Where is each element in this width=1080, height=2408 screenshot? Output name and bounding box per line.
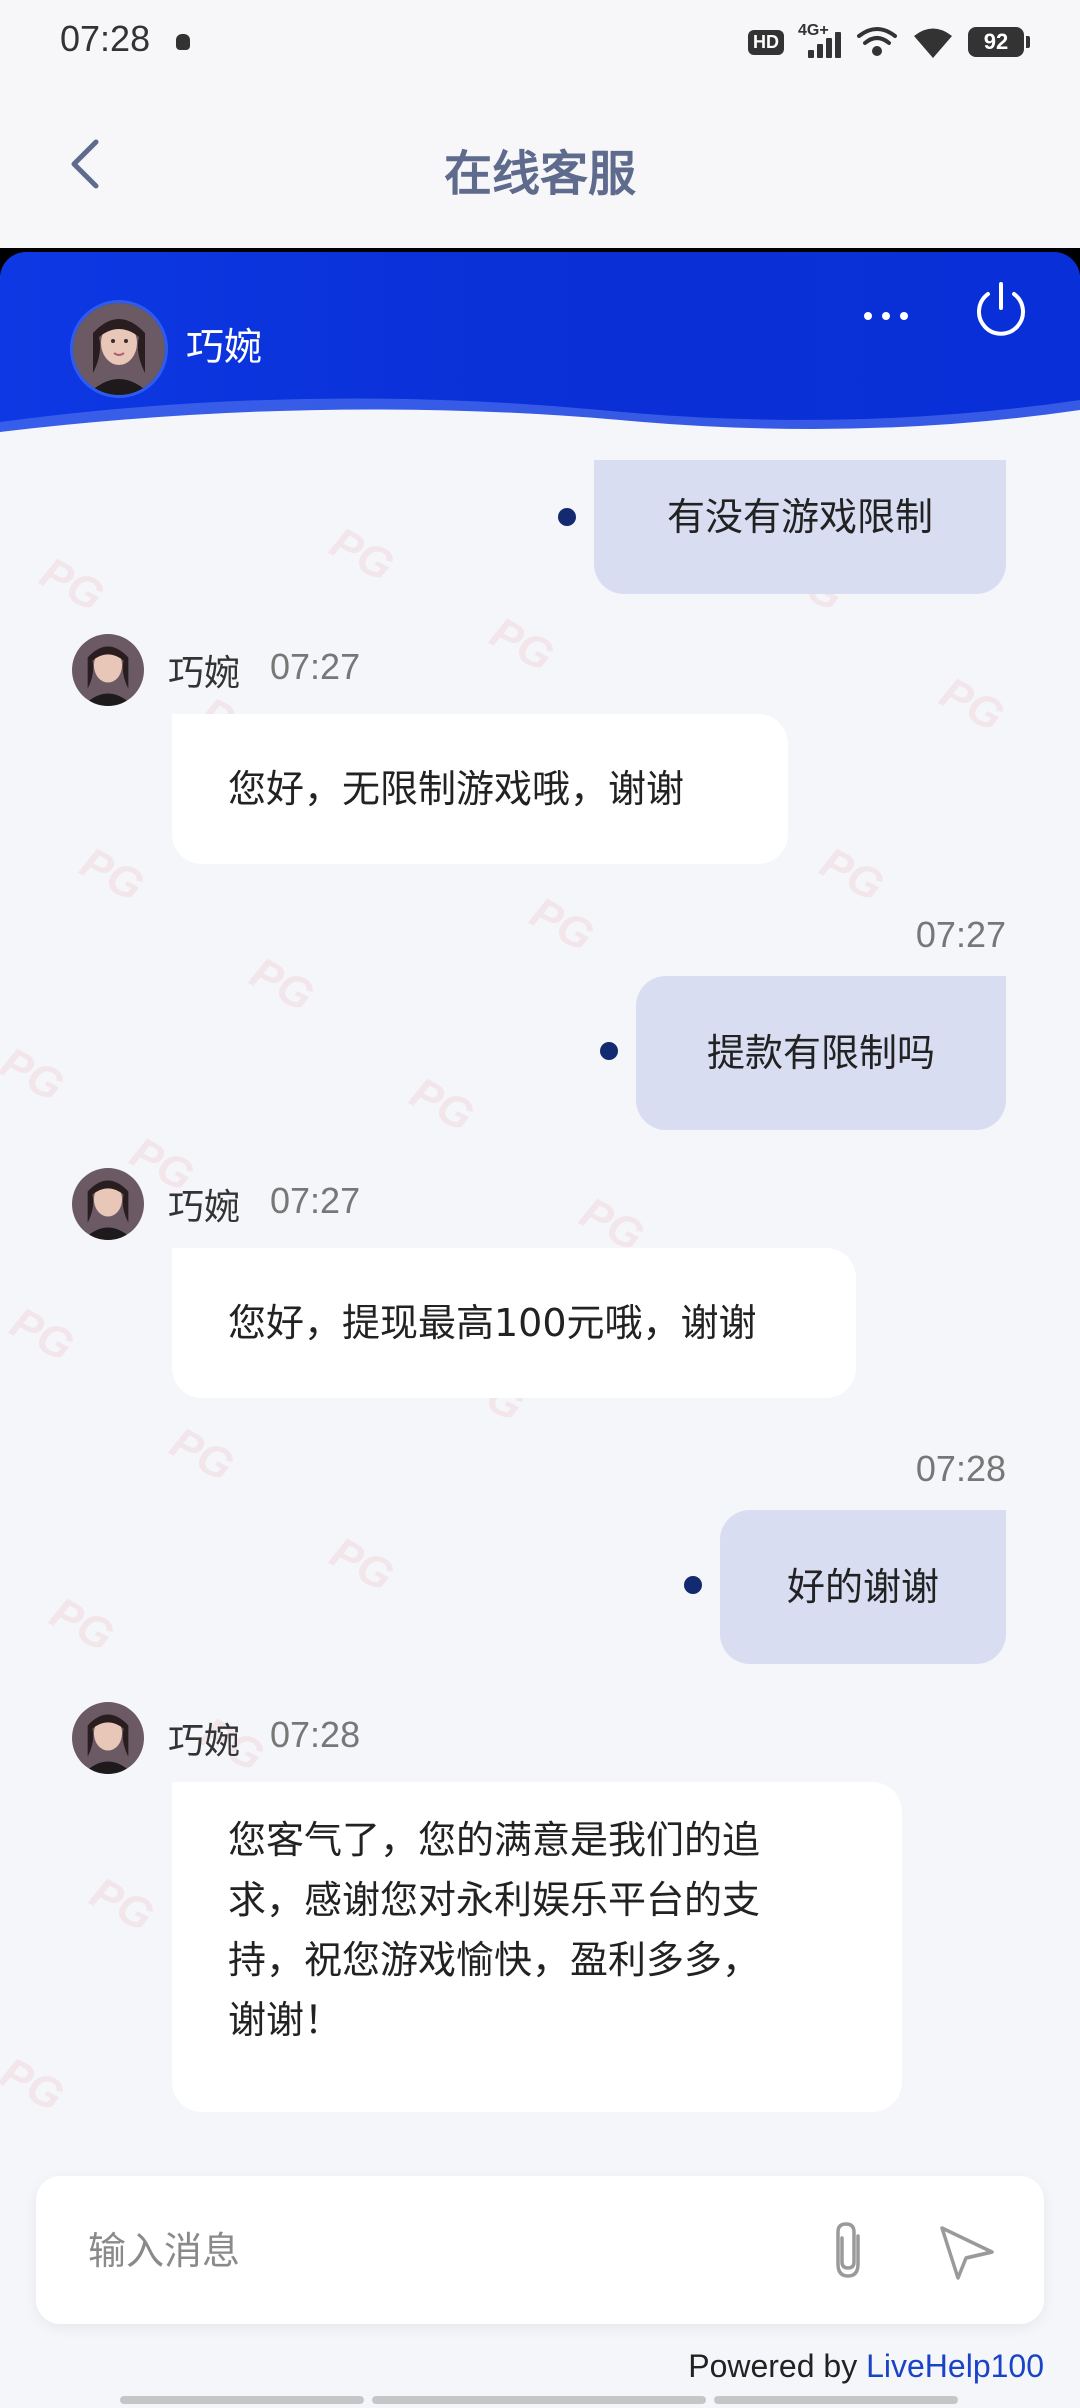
message-line: 持，祝您游戏愉快，盈利多多， — [228, 1938, 761, 1982]
status-bar: 07:28 HD 4G+ 92 — [0, 0, 1080, 80]
notification-icon — [176, 34, 190, 50]
watermark-text: PG — [0, 1038, 72, 1112]
watermark-text: PG — [322, 1528, 402, 1602]
watermark-text: PG — [32, 548, 112, 622]
read-status-dot — [558, 508, 576, 526]
status-time: 07:28 — [60, 18, 151, 59]
home-indicator — [120, 2396, 364, 2404]
read-status-dot — [600, 1042, 618, 1060]
livehelp-link[interactable]: LiveHelp100 — [866, 2348, 1044, 2384]
watermark-text: PG — [72, 838, 152, 912]
power-icon[interactable] — [972, 278, 1030, 340]
message-line: 谢谢！ — [228, 1998, 343, 2042]
home-indicator — [714, 2396, 958, 2404]
watermark-text: PG — [322, 518, 402, 592]
battery-icon: 92 — [968, 27, 1030, 57]
message-time: 07:28 — [915, 1448, 1006, 1489]
watermark-text: PG — [2, 1298, 82, 1372]
nav-header: 在线客服 — [0, 80, 1080, 250]
agent-avatar — [72, 634, 144, 706]
watermark-text: PG — [932, 668, 1012, 742]
powered-by-footer: Powered by LiveHelp100 — [688, 2348, 1044, 2385]
agent-avatar — [72, 1702, 144, 1774]
watermark-text: PG — [162, 1418, 242, 1492]
message-time: 07:28 — [270, 1714, 361, 1755]
more-options-icon[interactable] — [858, 300, 914, 332]
watermark-text: PG — [522, 888, 602, 962]
wifi-call-icon — [857, 27, 897, 56]
powered-by-label: Powered by — [688, 2348, 858, 2384]
user-message-bubble: 有没有游戏限制 — [594, 460, 1006, 594]
agent-message-bubble: 您好，无限制游戏哦，谢谢 — [172, 714, 788, 864]
agent-name: 巧婉 — [168, 1187, 241, 1228]
watermark-text: PG — [82, 1868, 162, 1942]
user-message-bubble: 好的谢谢 — [720, 1510, 1006, 1664]
agent-name: 巧婉 — [168, 1721, 241, 1762]
header-wave-decoration — [0, 398, 1080, 452]
watermark-text: PG — [402, 1068, 482, 1142]
agent-avatar — [72, 1168, 144, 1240]
message-time: 07:27 — [270, 1180, 361, 1221]
message-composer — [36, 2176, 1044, 2324]
paperclip-icon[interactable] — [820, 2216, 880, 2284]
message-line: 求，感谢您对永利娱乐平台的支 — [228, 1878, 761, 1922]
watermark-text: PG — [482, 608, 562, 682]
read-status-dot — [684, 1576, 702, 1594]
message-line: 您客气了，您的满意是我们的追 — [228, 1818, 761, 1862]
network-type-label: 4G+ — [798, 22, 829, 39]
hd-icon: HD — [748, 29, 784, 55]
agent-message-bubble: 您好，提现最高100元哦，谢谢 — [172, 1248, 856, 1398]
watermark-text: PG — [0, 2048, 72, 2122]
message-input[interactable] — [86, 2212, 810, 2290]
agent-message-bubble: 您客气了，您的满意是我们的追 求，感谢您对永利娱乐平台的支 持，祝您游戏愉快，盈… — [172, 1782, 902, 2112]
status-icons: HD 4G+ 92 — [748, 22, 1030, 62]
watermark-text: PG — [812, 838, 892, 912]
message-time: 07:27 — [915, 914, 1006, 955]
message-time: 07:27 — [270, 646, 361, 687]
user-message-bubble: 提款有限制吗 — [636, 976, 1006, 1130]
send-icon[interactable] — [934, 2218, 1000, 2284]
page-title: 在线客服 — [443, 146, 636, 202]
watermark-text: PG — [242, 948, 322, 1022]
agent-name: 巧婉 — [168, 653, 241, 694]
home-indicator — [372, 2396, 706, 2404]
cellular-signal-icon: 4G+ — [798, 22, 842, 60]
watermark-text: PG — [42, 1588, 122, 1662]
agent-name: 巧婉 — [186, 325, 263, 369]
chat-header: 巧婉 — [0, 252, 1080, 452]
wifi-icon — [914, 28, 952, 58]
agent-avatar — [70, 300, 168, 398]
